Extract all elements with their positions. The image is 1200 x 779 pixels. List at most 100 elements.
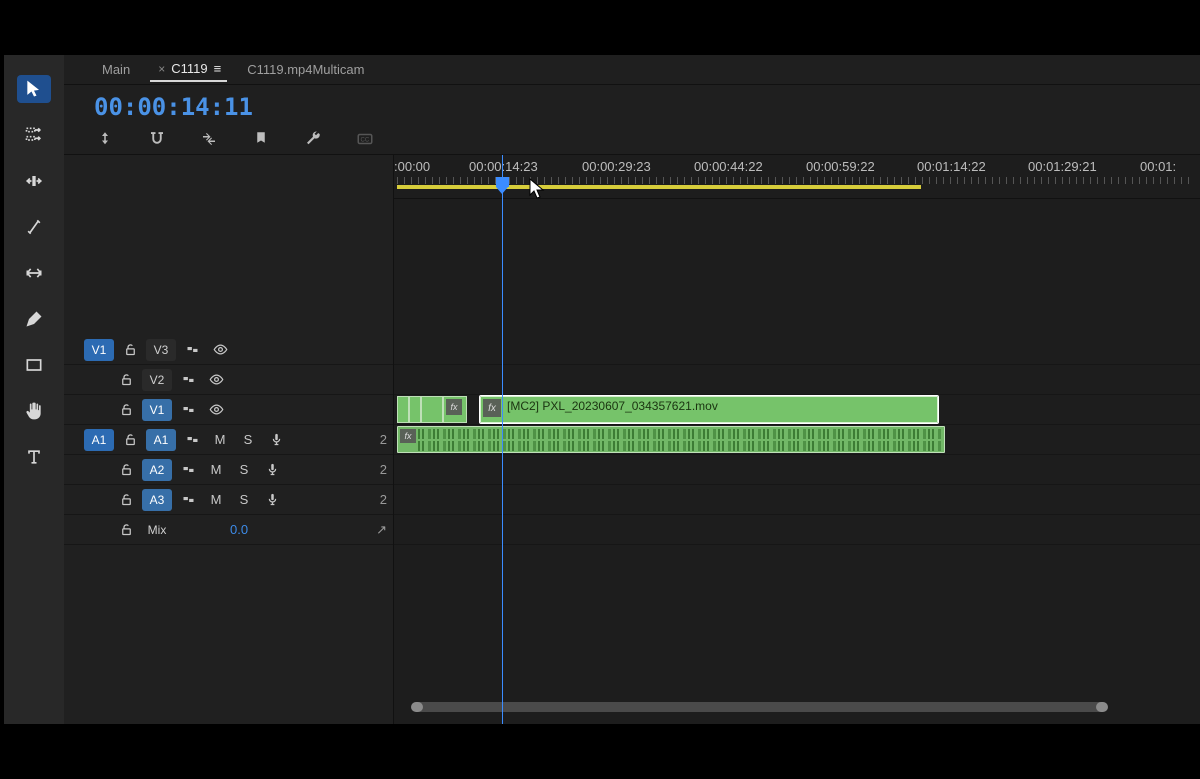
lock-icon[interactable]: [114, 399, 138, 421]
pen-tool[interactable]: [17, 305, 51, 333]
snap-icon[interactable]: [146, 128, 168, 150]
timeline-options: CC: [64, 123, 1200, 155]
lock-icon[interactable]: [118, 339, 142, 361]
solo-button[interactable]: S: [232, 459, 256, 481]
playhead[interactable]: [502, 155, 503, 724]
lane-v2[interactable]: [394, 365, 1200, 395]
ripple-edit-tool[interactable]: [17, 167, 51, 195]
ruler-tick: 00:00:44:22: [694, 159, 763, 174]
audio-clip[interactable]: fx: [397, 426, 945, 453]
mix-value[interactable]: 0.0: [230, 522, 248, 537]
track-header-v3[interactable]: V1 V3: [64, 335, 393, 365]
panel-menu-icon[interactable]: ≡: [214, 61, 220, 76]
video-clip-segment[interactable]: [421, 396, 443, 423]
mute-button[interactable]: M: [204, 489, 228, 511]
eye-icon[interactable]: [204, 399, 228, 421]
svg-text:CC: CC: [361, 137, 370, 143]
eye-icon[interactable]: [204, 369, 228, 391]
track-header-v1[interactable]: V1: [64, 395, 393, 425]
slip-tool[interactable]: [17, 259, 51, 287]
mute-button[interactable]: M: [208, 429, 232, 451]
fx-badge-icon[interactable]: fx: [483, 399, 501, 417]
type-tool[interactable]: [17, 443, 51, 471]
eye-icon[interactable]: [208, 339, 232, 361]
sync-lock-icon[interactable]: [180, 429, 204, 451]
lane-a1[interactable]: fx: [394, 425, 1200, 455]
scrollbar-thumb[interactable]: [412, 702, 1107, 712]
track-target[interactable]: V1: [142, 399, 172, 421]
ruler-tick: 00:01:14:22: [917, 159, 986, 174]
tab-label: C1119: [171, 61, 207, 76]
app-window: Main × C1119 ≡ C1119.mp4Multicam 00:00:1…: [4, 55, 1200, 724]
selection-tool[interactable]: [17, 75, 51, 103]
tracks-area[interactable]: :00:0000:00:14:2300:00:29:2300:00:44:220…: [394, 155, 1200, 724]
track-header-a1[interactable]: A1 A1 M S 2: [64, 425, 393, 455]
video-clip[interactable]: fx [MC2] PXL_20230607_034357621.mov: [480, 396, 938, 423]
lock-icon[interactable]: [114, 369, 138, 391]
lock-icon[interactable]: [114, 519, 138, 541]
insert-overwrite-icon[interactable]: [94, 128, 116, 150]
marker-icon[interactable]: [250, 128, 272, 150]
sync-lock-icon[interactable]: [180, 339, 204, 361]
playhead-timecode[interactable]: 00:00:14:11: [94, 93, 253, 121]
solo-button[interactable]: S: [236, 429, 260, 451]
sequence-tabbar: Main × C1119 ≡ C1119.mp4Multicam: [64, 55, 1200, 85]
settings-wrench-icon[interactable]: [302, 128, 324, 150]
tab-label: C1119.mp4Multicam: [247, 62, 364, 77]
linked-selection-icon[interactable]: [198, 128, 220, 150]
timeline-zoom-scrollbar[interactable]: [412, 702, 1182, 712]
track-target[interactable]: V2: [142, 369, 172, 391]
video-clip-segment[interactable]: [397, 396, 409, 423]
solo-button[interactable]: S: [232, 489, 256, 511]
sync-lock-icon[interactable]: [176, 459, 200, 481]
lock-icon[interactable]: [118, 429, 142, 451]
clip-label: [MC2] PXL_20230607_034357621.mov: [507, 399, 718, 413]
track-target[interactable]: A2: [142, 459, 172, 481]
lane-a2[interactable]: [394, 455, 1200, 485]
track-header-mix[interactable]: Mix 0.0 ↗: [64, 515, 393, 545]
sync-lock-icon[interactable]: [176, 489, 200, 511]
channel-count: 2: [380, 492, 387, 507]
track-header-v2[interactable]: V2: [64, 365, 393, 395]
captions-icon[interactable]: CC: [354, 128, 376, 150]
tab-c1119[interactable]: × C1119 ≡: [150, 57, 227, 82]
close-icon[interactable]: ×: [158, 62, 165, 76]
tab-main[interactable]: Main: [94, 58, 138, 81]
voiceover-mic-icon[interactable]: [260, 459, 284, 481]
rate-stretch-tool[interactable]: [17, 213, 51, 241]
track-target[interactable]: V3: [146, 339, 176, 361]
track-target[interactable]: A1: [146, 429, 176, 451]
lane-v3[interactable]: [394, 335, 1200, 365]
track-target[interactable]: A3: [142, 489, 172, 511]
video-clip-segment[interactable]: [409, 396, 421, 423]
playhead-handle-icon[interactable]: [496, 177, 509, 187]
timeline-body: V1 V3 V2 V1: [64, 155, 1200, 724]
track-header-a2[interactable]: A2 M S 2: [64, 455, 393, 485]
sync-lock-icon[interactable]: [176, 369, 200, 391]
lane-a3[interactable]: [394, 485, 1200, 515]
ruler-tick: 00:01:29:21: [1028, 159, 1097, 174]
time-ruler[interactable]: :00:0000:00:14:2300:00:29:2300:00:44:220…: [394, 155, 1200, 199]
voiceover-mic-icon[interactable]: [264, 429, 288, 451]
hand-tool[interactable]: [17, 397, 51, 425]
source-patch[interactable]: A1: [84, 429, 114, 451]
lock-icon[interactable]: [114, 489, 138, 511]
automation-icon[interactable]: ↗: [376, 522, 387, 538]
lane-mix[interactable]: [394, 515, 1200, 545]
track-headers: V1 V3 V2 V1: [64, 155, 394, 724]
lane-v1[interactable]: fx fx [MC2] PXL_20230607_034357621.mov: [394, 395, 1200, 425]
video-clip-segment[interactable]: fx: [443, 396, 467, 423]
mute-button[interactable]: M: [204, 459, 228, 481]
sync-lock-icon[interactable]: [176, 399, 200, 421]
tab-label: Main: [102, 62, 130, 77]
lock-icon[interactable]: [114, 459, 138, 481]
source-patch[interactable]: V1: [84, 339, 114, 361]
zoom-handle-left[interactable]: [411, 702, 423, 712]
track-select-tool[interactable]: [17, 121, 51, 149]
rectangle-tool[interactable]: [17, 351, 51, 379]
fx-badge-icon[interactable]: fx: [400, 429, 416, 443]
zoom-handle-right[interactable]: [1096, 702, 1108, 712]
track-header-a3[interactable]: A3 M S 2: [64, 485, 393, 515]
voiceover-mic-icon[interactable]: [260, 489, 284, 511]
tab-multicam[interactable]: C1119.mp4Multicam: [239, 58, 372, 81]
